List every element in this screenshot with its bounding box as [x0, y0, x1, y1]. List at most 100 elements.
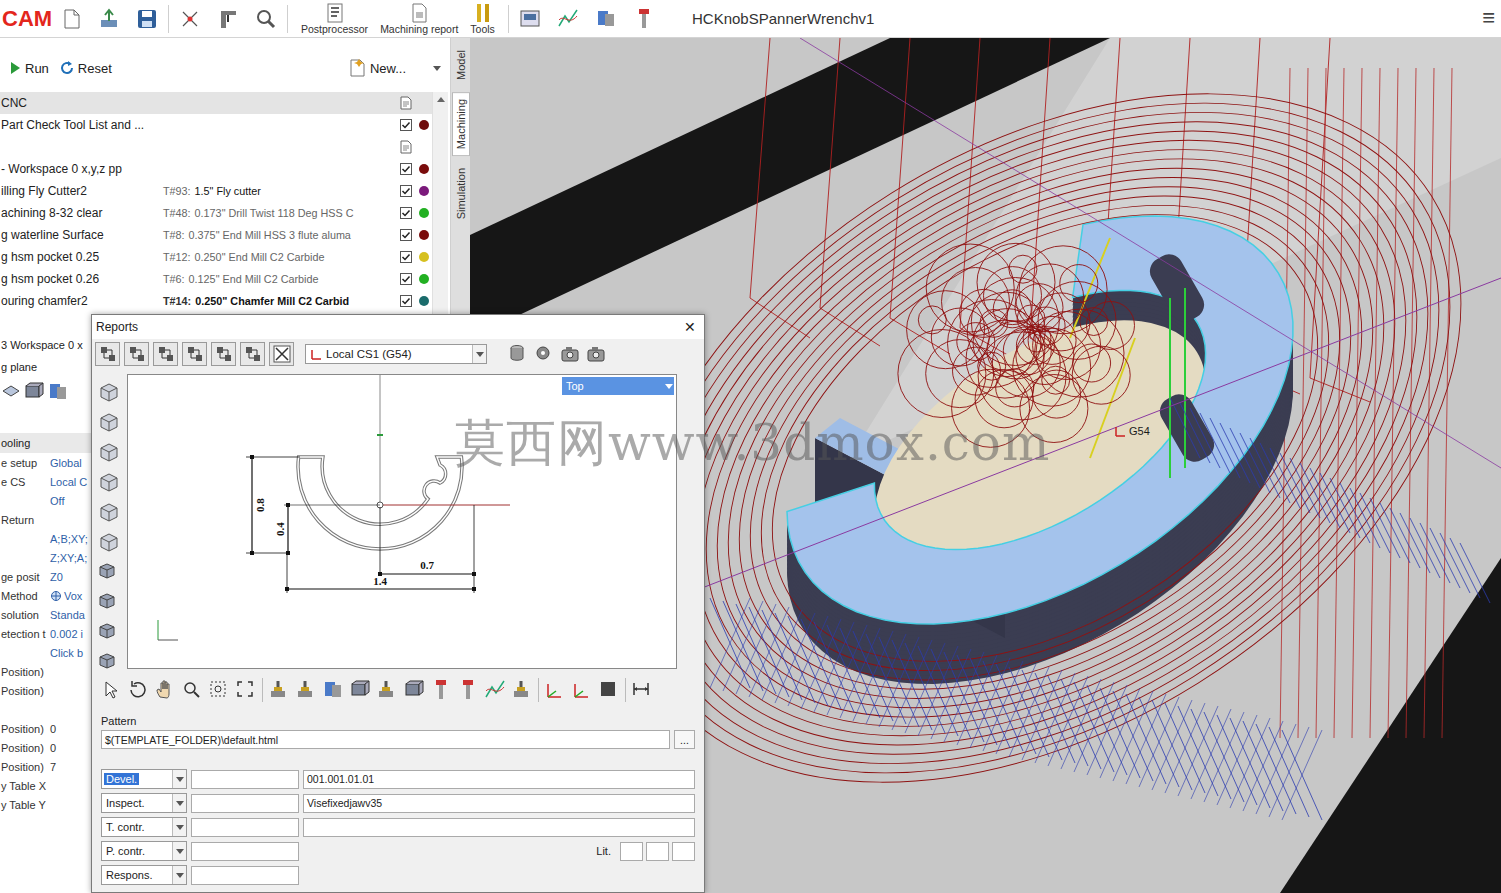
dropdown-arrow-icon[interactable] [432, 64, 442, 72]
rotate-icon[interactable] [127, 679, 149, 701]
machine-icon[interactable] [511, 679, 533, 701]
box-icon[interactable] [23, 381, 45, 399]
toolbar-button[interactable] [211, 342, 236, 366]
cube-view-icon[interactable] [97, 501, 121, 525]
checkbox-icon[interactable] [399, 206, 413, 220]
axes-icon[interactable] [571, 679, 593, 701]
coordinate-system-select[interactable]: Local CS1 (G54) [305, 344, 487, 364]
toolbar-button[interactable] [269, 342, 294, 366]
cube-view-icon[interactable] [97, 471, 121, 495]
cube-view-icon[interactable] [97, 411, 121, 435]
caliper-icon[interactable] [217, 8, 239, 30]
machine-icon[interactable] [519, 8, 541, 30]
cube-view-icon[interactable] [97, 441, 121, 465]
operation-row[interactable]: g hsm pocket 0.26T#6:0.125" End Mill C2 … [0, 268, 432, 290]
name-input[interactable] [191, 866, 299, 885]
cube-view-icon[interactable] [97, 531, 121, 555]
pointer-icon[interactable] [100, 679, 122, 701]
close-button[interactable]: ✕ [684, 319, 696, 335]
operation-row[interactable]: ouring chamfer2T#14:0.250" Chamfer Mill … [0, 290, 432, 312]
operation-row[interactable]: illing Fly Cutter2T#93:1.5" Fly cutter [0, 180, 432, 202]
role-select[interactable]: T. contr. [101, 817, 187, 837]
tool-holder-icon[interactable] [430, 679, 452, 701]
name-input[interactable] [191, 770, 299, 789]
operation-row[interactable]: achining 8-32 clearT#48:0.173" Drill Twi… [0, 202, 432, 224]
pan-icon[interactable] [154, 679, 176, 701]
camera-icon[interactable] [559, 343, 581, 365]
toolbar-button[interactable]: Tools [467, 3, 498, 35]
role-select[interactable]: P. contr. [101, 841, 187, 861]
value-input[interactable]: 001.001.01.01 [303, 770, 695, 789]
operation-row[interactable]: g waterline SurfaceT#8:0.375" End Mill H… [0, 224, 432, 246]
tree-header[interactable]: CNC [0, 92, 432, 114]
scroll-up-icon[interactable] [436, 96, 446, 104]
toolbar-button[interactable] [124, 342, 149, 366]
checkbox-icon[interactable] [399, 272, 413, 286]
toolbar-button[interactable]: Machining report [377, 3, 461, 35]
toolbar-button[interactable] [95, 342, 120, 366]
side-tab[interactable]: Model [452, 43, 470, 87]
snap-icon[interactable] [179, 8, 201, 30]
toolbar-button[interactable] [153, 342, 178, 366]
tool-path-icon[interactable] [484, 679, 506, 701]
tool-holder-icon[interactable] [633, 8, 655, 30]
zoom-icon[interactable] [181, 679, 203, 701]
machine-icon[interactable] [295, 679, 317, 701]
machine-icon[interactable] [268, 679, 290, 701]
machine-icon[interactable] [376, 679, 398, 701]
fill-icon[interactable] [598, 679, 620, 701]
zoom-window-icon[interactable] [208, 679, 230, 701]
fit-icon[interactable] [235, 679, 257, 701]
side-tab[interactable]: Simulation [452, 161, 470, 226]
stock-icon[interactable] [322, 679, 344, 701]
tool-holder-icon[interactable] [457, 679, 479, 701]
pattern-input[interactable]: $(TEMPLATE_FOLDER)\default.html [101, 730, 670, 749]
magnifier-icon[interactable] [255, 8, 277, 30]
camera-icon[interactable] [585, 343, 607, 365]
name-input[interactable] [191, 794, 299, 813]
plane-icon[interactable] [1, 381, 21, 399]
operation-row[interactable]: - Workspace 0 x,y,z pp [0, 158, 432, 180]
stock-icon[interactable] [595, 8, 617, 30]
operation-row[interactable] [0, 136, 432, 158]
run-button[interactable]: Run [8, 60, 49, 76]
role-select[interactable]: Inspect. [101, 793, 187, 813]
literature-input[interactable] [646, 842, 669, 861]
browse-button[interactable]: ... [674, 730, 695, 749]
name-input[interactable] [191, 818, 299, 837]
operation-row[interactable]: g hsm pocket 0.25T#12:0.250" End Mill C2… [0, 246, 432, 268]
iso-view-icon[interactable] [97, 651, 121, 675]
axes-icon[interactable] [544, 679, 566, 701]
part-icon[interactable] [349, 679, 371, 701]
new-operation-button[interactable]: New... [348, 58, 442, 78]
toolbar-button[interactable]: Postprocessor [298, 3, 371, 35]
fixture-icon[interactable] [403, 679, 425, 701]
role-select[interactable]: Devel. [101, 769, 187, 789]
value-input[interactable]: Visefixedjawv35 [303, 794, 695, 813]
operation-row[interactable]: Part Check Tool List and ... [0, 114, 432, 136]
literature-input[interactable] [620, 842, 643, 861]
checkbox-icon[interactable] [399, 228, 413, 242]
save-icon[interactable] [136, 8, 158, 30]
toolbar-button[interactable] [240, 342, 265, 366]
iso-view-icon[interactable] [97, 621, 121, 645]
iso-view-icon[interactable] [97, 591, 121, 615]
view-select[interactable]: Top [562, 377, 674, 395]
iso-view-icon[interactable] [97, 561, 121, 585]
checkbox-icon[interactable] [399, 118, 413, 132]
graph-icon[interactable] [557, 8, 579, 30]
checkbox-icon[interactable] [399, 294, 413, 308]
cube-view-icon[interactable] [97, 381, 121, 405]
menu-button[interactable]: ≡ [1482, 5, 1501, 33]
literature-input[interactable] [672, 842, 695, 861]
checkbox-icon[interactable] [399, 250, 413, 264]
value-input[interactable] [303, 818, 695, 837]
role-select[interactable]: Respons. [101, 865, 187, 885]
export-icon[interactable] [98, 8, 120, 30]
stock-icon[interactable] [47, 381, 67, 399]
toolbar-button[interactable] [182, 342, 207, 366]
gear-icon[interactable] [533, 343, 555, 365]
reset-button[interactable]: Reset [59, 60, 112, 76]
side-tab[interactable]: Machining [452, 92, 470, 156]
dimension-icon[interactable] [631, 679, 653, 701]
